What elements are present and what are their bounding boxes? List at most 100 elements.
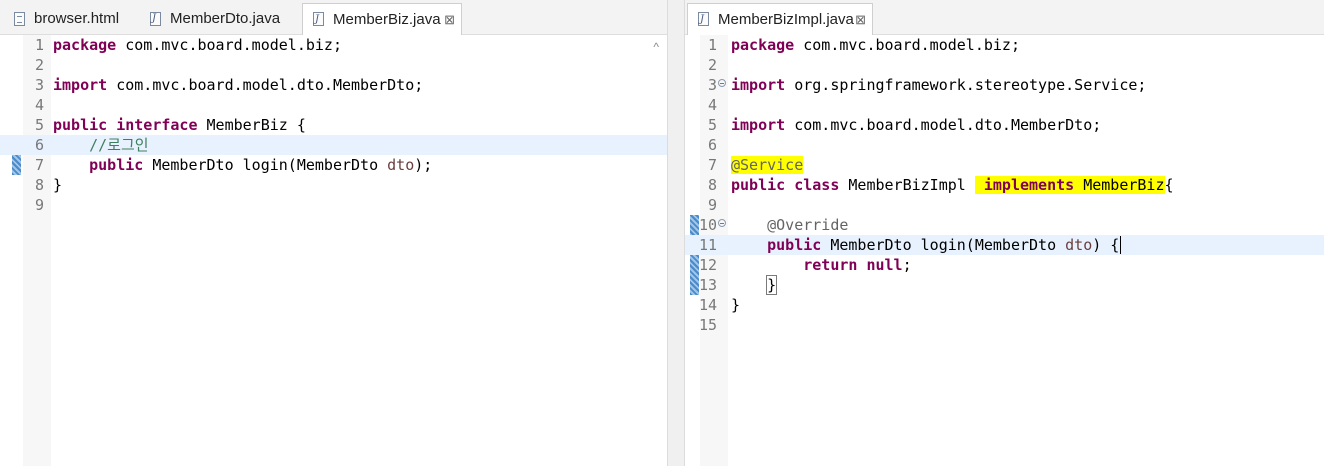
line-number: 15 <box>698 316 717 334</box>
code-token: dto <box>387 156 415 174</box>
code-token: } <box>731 296 741 314</box>
left-code-lines: 1 package com.mvc.board.model.biz; 2 3 impor… <box>0 35 667 215</box>
code-line[interactable]: 14} <box>685 295 1324 315</box>
code-line[interactable]: 13 } <box>685 275 1324 295</box>
line-number: 2 <box>707 56 717 74</box>
code-line[interactable]: 6 <box>685 135 1324 155</box>
code-line[interactable]: 2 <box>0 55 667 75</box>
line-number: 9 <box>707 196 717 214</box>
line-number: 8 <box>707 176 717 194</box>
code-token: package <box>731 36 795 54</box>
code-token: public <box>53 116 108 134</box>
code-line[interactable]: 15 <box>685 315 1324 335</box>
code-line[interactable]: 5 public interface MemberBiz { <box>0 115 667 135</box>
code-text: public MemberDto login(MemberDto dto) {​ <box>731 235 1122 255</box>
code-token: class <box>794 176 840 194</box>
line-number: 12 <box>698 256 717 274</box>
code-token: MemberBiz <box>1074 176 1165 194</box>
tab-memberdto-java[interactable]: MemberDto.java <box>140 4 300 33</box>
code-token: com.mvc.board.model.dto.MemberDto; <box>116 76 424 94</box>
code-token: public <box>731 176 786 194</box>
code-token: implements <box>974 176 1075 194</box>
right-tab-bar: MemberBizImpl.java ⊠ <box>685 0 1324 35</box>
code-line[interactable]: 3 import com.mvc.board.model.dto.MemberDt… <box>0 75 667 95</box>
tab-label: MemberDto.java <box>170 10 281 27</box>
code-text: public interface MemberBiz { <box>53 115 306 135</box>
line-number: 4 <box>34 96 44 114</box>
code-text: package com.mvc.board.model.biz; <box>53 35 342 55</box>
line-number: 1 <box>34 36 44 54</box>
code-token: //로그인 <box>53 136 149 154</box>
code-line[interactable]: 6 //로그인 <box>0 135 667 155</box>
scroll-up-icon[interactable]: ^ <box>653 40 659 54</box>
line-number: 13 <box>698 276 717 294</box>
right-editor-pane[interactable]: MemberBizImpl.java ⊠ 1 package com.mvc.bo… <box>685 0 1324 466</box>
tab-memberbiz-java[interactable]: MemberBiz.java ⊠ <box>302 3 462 35</box>
code-line[interactable]: 7 @Service <box>685 155 1324 175</box>
left-tab-bar: browser.html MemberDto.java MemberBiz.ja… <box>0 0 667 35</box>
code-line[interactable]: 9 <box>0 195 667 215</box>
code-token: MemberDto login(MemberDto <box>830 236 1066 254</box>
code-line[interactable]: 7 public MemberDto login(MemberDto dto); <box>0 155 667 175</box>
code-token: MemberBiz { <box>206 116 306 134</box>
line-number: 2 <box>34 56 44 74</box>
line-number: 3 <box>707 76 717 94</box>
line-number: 11 <box>698 236 717 254</box>
tab-memberbizimpl-java[interactable]: MemberBizImpl.java ⊠ <box>687 3 873 35</box>
code-token: interface <box>116 116 198 134</box>
code-text: } <box>53 175 62 195</box>
code-line[interactable]: 5 import com.mvc.board.model.dto.MemberDt… <box>685 115 1324 135</box>
line-number: 8 <box>34 176 44 194</box>
fold-toggle-icon[interactable] <box>718 219 726 227</box>
code-line[interactable]: 1 package com.mvc.board.model.biz; <box>0 35 667 55</box>
left-editor-pane[interactable]: browser.html MemberDto.java MemberBiz.ja… <box>0 0 667 466</box>
fold-toggle-icon[interactable] <box>718 79 726 87</box>
code-token: { <box>1164 176 1174 194</box>
code-line[interactable]: 12 return null; <box>685 255 1324 275</box>
code-line[interactable]: 9 <box>685 195 1324 215</box>
code-text: @Override <box>731 215 848 235</box>
html-file-icon <box>14 12 25 26</box>
tab-label: browser.html <box>34 10 120 27</box>
code-token: com.mvc.board.model.biz; <box>803 36 1020 54</box>
code-line[interactable]: 10 @Override <box>685 215 1324 235</box>
line-number: 3 <box>34 76 44 94</box>
left-code-editor[interactable]: 1 package com.mvc.board.model.biz; 2 3 impor… <box>0 35 667 466</box>
code-text: } <box>731 275 778 295</box>
code-token: return <box>731 256 858 274</box>
code-text: public MemberDto login(MemberDto dto); <box>53 155 432 175</box>
code-text: import com.mvc.board.model.dto.MemberDto… <box>731 115 1101 135</box>
right-code-editor[interactable]: 1 package com.mvc.board.model.biz; 2 3 impor… <box>685 35 1324 466</box>
tab-label: MemberBizImpl.java <box>718 11 854 28</box>
code-token: null <box>866 256 903 274</box>
tab-label: MemberBiz.java <box>333 11 441 28</box>
line-number: 5 <box>34 116 44 134</box>
close-tab-icon[interactable]: ⊠ <box>855 4 866 35</box>
code-line[interactable]: 8} <box>0 175 667 195</box>
code-line[interactable]: 3 import org.springframework.stereotype.S… <box>685 75 1324 95</box>
close-tab-icon[interactable]: ⊠ <box>444 4 455 35</box>
code-token: import <box>53 76 108 94</box>
line-number: 1 <box>707 36 717 54</box>
code-text: import org.springframework.stereotype.Se… <box>731 75 1146 95</box>
code-text: @Service <box>731 155 804 175</box>
code-text: //로그인 <box>53 135 149 155</box>
code-token: com.mvc.board.model.dto.MemberDto; <box>794 116 1102 134</box>
line-number: 4 <box>707 96 717 114</box>
line-number: 6 <box>707 136 717 154</box>
code-token: } <box>53 176 63 194</box>
code-line[interactable]: 4 <box>0 95 667 115</box>
code-line[interactable]: 2 <box>685 55 1324 75</box>
code-line[interactable]: 4 <box>685 95 1324 115</box>
editor-split-divider[interactable] <box>667 0 685 466</box>
java-file-icon <box>150 4 161 33</box>
code-line[interactable]: 1 package com.mvc.board.model.biz; <box>685 35 1324 55</box>
code-line[interactable]: 11 public MemberDto login(MemberDto dto)… <box>685 235 1324 255</box>
code-token: MemberBizImpl <box>848 176 975 194</box>
code-line[interactable]: 8 public class MemberBizImpl implements M… <box>685 175 1324 195</box>
line-number: 10 <box>698 216 717 234</box>
code-token: public <box>53 156 144 174</box>
tab-browser-html[interactable]: browser.html <box>4 4 132 33</box>
java-file-icon <box>698 4 709 35</box>
